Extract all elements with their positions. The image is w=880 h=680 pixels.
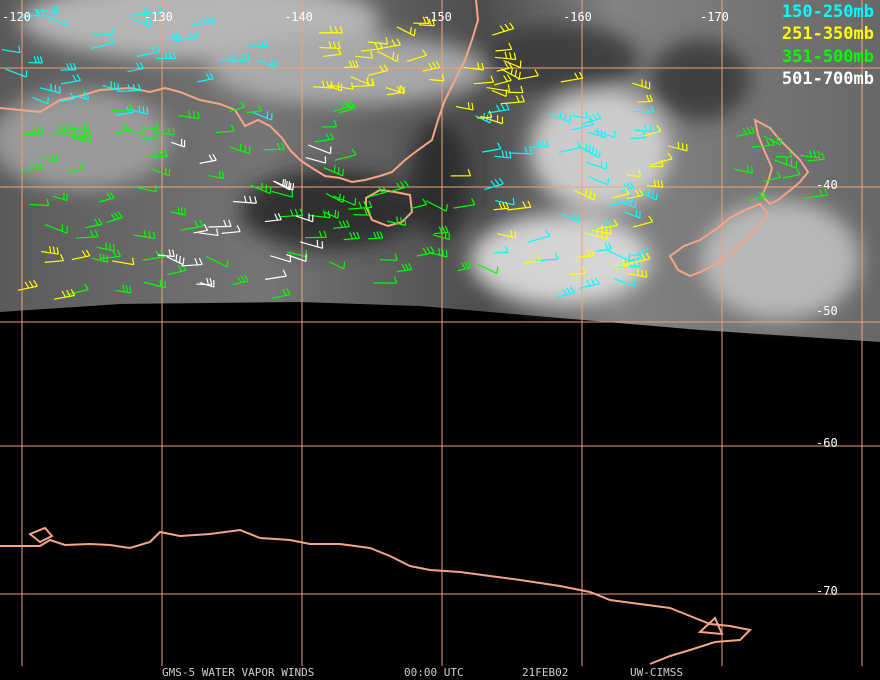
longitude-label: -120 bbox=[2, 10, 31, 24]
longitude-label: -140 bbox=[284, 10, 313, 24]
observation-date: 21FEB02 bbox=[522, 666, 569, 679]
map-canvas bbox=[0, 0, 880, 666]
satellite-map-view: -120 -130 -140 -150 -160 -170 -40 -50 -6… bbox=[0, 0, 880, 680]
source-credit: UW-CIMSS bbox=[630, 666, 683, 679]
longitude-label: -150 bbox=[423, 10, 452, 24]
longitude-label: -130 bbox=[144, 10, 173, 24]
latitude-label: -70 bbox=[816, 584, 838, 598]
product-name: GMS-5 WATER VAPOR WINDS bbox=[162, 666, 315, 679]
legend-entry-150-250mb: 150-250mb bbox=[781, 2, 874, 22]
legend-entry-351-500mb: 351-500mb bbox=[781, 47, 874, 67]
footer-caption: GMS-5 WATER VAPOR WINDS 00:00 UTC 21FEB0… bbox=[0, 664, 880, 680]
latitude-label: -50 bbox=[816, 304, 838, 318]
legend-entry-251-350mb: 251-350mb bbox=[781, 24, 874, 44]
latitude-label: -60 bbox=[816, 436, 838, 450]
longitude-label: -160 bbox=[563, 10, 592, 24]
legend-entry-501-700mb: 501-700mb bbox=[781, 69, 874, 89]
antarctica-coastline bbox=[0, 528, 753, 665]
longitude-label: -170 bbox=[700, 10, 729, 24]
observation-time: 00:00 UTC bbox=[404, 666, 464, 679]
latitude-label: -40 bbox=[816, 178, 838, 192]
